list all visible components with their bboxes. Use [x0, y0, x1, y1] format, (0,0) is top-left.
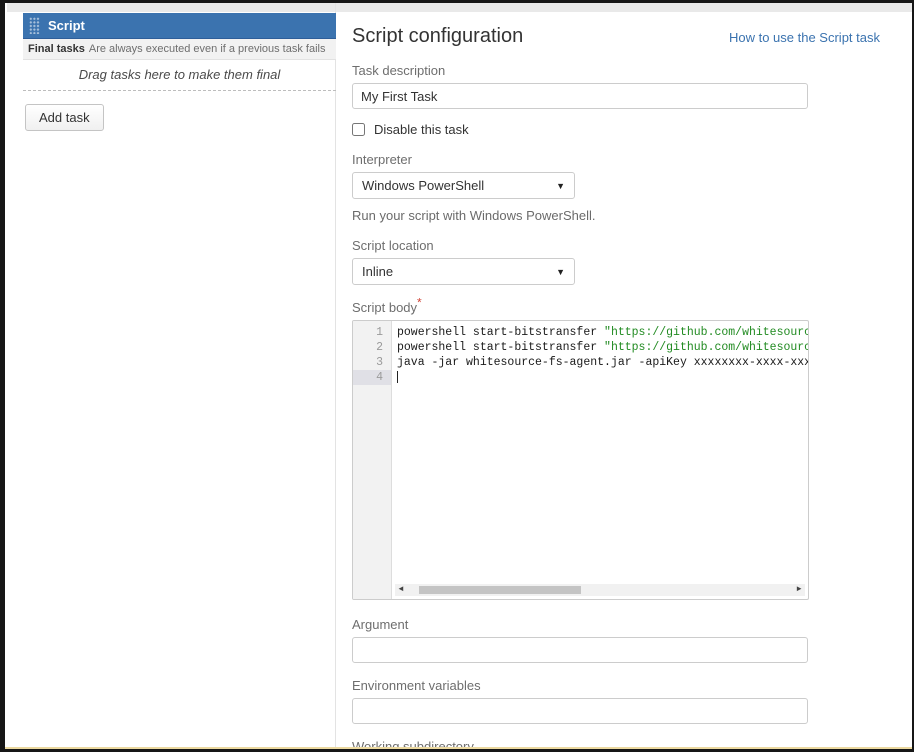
panel-header: Script configuration How to use the Scri… — [352, 25, 880, 48]
environment-variables-input[interactable] — [352, 698, 808, 724]
script-location-label: Script location — [352, 238, 880, 253]
line-number: 3 — [353, 355, 391, 370]
column-divider — [335, 3, 336, 749]
interpreter-select[interactable]: Windows PowerShell ▼ — [352, 172, 575, 199]
line-number: 1 — [353, 325, 391, 340]
task-item-label: Script — [48, 18, 85, 33]
help-link[interactable]: How to use the Script task — [729, 30, 880, 45]
required-asterisk: * — [417, 296, 422, 310]
scroll-right-arrow-icon[interactable]: ► — [793, 584, 805, 596]
argument-label: Argument — [352, 617, 880, 632]
code-line-with-cursor — [397, 370, 808, 385]
text-cursor — [397, 371, 398, 383]
disable-task-row: Disable this task — [352, 122, 880, 137]
script-body-label: Script body* — [352, 300, 880, 315]
page-title: Script configuration — [352, 25, 523, 48]
scrollbar-track[interactable] — [407, 586, 793, 594]
code-line: java -jar whitesource-fs-agent.jar -apiK… — [397, 355, 808, 370]
code-line: powershell start-bitstransfer "https://g… — [397, 340, 808, 355]
interpreter-selected-value: Windows PowerShell — [362, 178, 484, 193]
interpreter-label: Interpreter — [352, 152, 880, 167]
line-number: 2 — [353, 340, 391, 355]
bottom-edge-accent — [5, 747, 912, 749]
final-tasks-dropzone-border — [23, 90, 336, 91]
editor-horizontal-scrollbar[interactable]: ◄ ► — [395, 584, 805, 596]
interpreter-help-text: Run your script with Windows PowerShell. — [352, 208, 880, 223]
working-subdirectory-label: Working subdirectory — [352, 739, 880, 752]
task-list-item-script[interactable]: Script — [23, 13, 336, 39]
disable-task-label: Disable this task — [374, 122, 469, 137]
disable-task-checkbox[interactable] — [352, 123, 365, 136]
final-tasks-header: Final tasks Are always executed even if … — [23, 39, 336, 60]
editor-line-number-gutter: 1 2 3 4 — [353, 321, 392, 599]
task-description-label: Task description — [352, 63, 880, 78]
script-location-select[interactable]: Inline ▼ — [352, 258, 575, 285]
final-tasks-title: Final tasks — [28, 43, 85, 55]
line-number-active: 4 — [353, 370, 391, 385]
editor-code-area[interactable]: powershell start-bitstransfer "https://g… — [392, 321, 808, 599]
task-description-input[interactable] — [352, 83, 808, 109]
chevron-down-icon: ▼ — [556, 181, 565, 191]
scroll-left-arrow-icon[interactable]: ◄ — [395, 584, 407, 596]
chevron-down-icon: ▼ — [556, 267, 565, 277]
environment-variables-label: Environment variables — [352, 678, 880, 693]
code-line: powershell start-bitstransfer "https://g… — [397, 325, 808, 340]
scrollbar-thumb[interactable] — [419, 586, 581, 594]
script-location-selected-value: Inline — [362, 264, 393, 279]
drag-handle-icon[interactable] — [29, 17, 40, 34]
final-tasks-description: Are always executed even if a previous t… — [89, 43, 326, 55]
add-task-button[interactable]: Add task — [25, 104, 104, 131]
script-configuration-panel: Script configuration How to use the Scri… — [352, 3, 880, 752]
argument-input[interactable] — [352, 637, 808, 663]
final-tasks-drop-hint: Drag tasks here to make them final — [23, 67, 336, 82]
script-body-editor[interactable]: 1 2 3 4 powershell start-bitstransfer "h… — [352, 320, 809, 600]
task-configuration-page: Script Final tasks Are always executed e… — [0, 0, 914, 752]
